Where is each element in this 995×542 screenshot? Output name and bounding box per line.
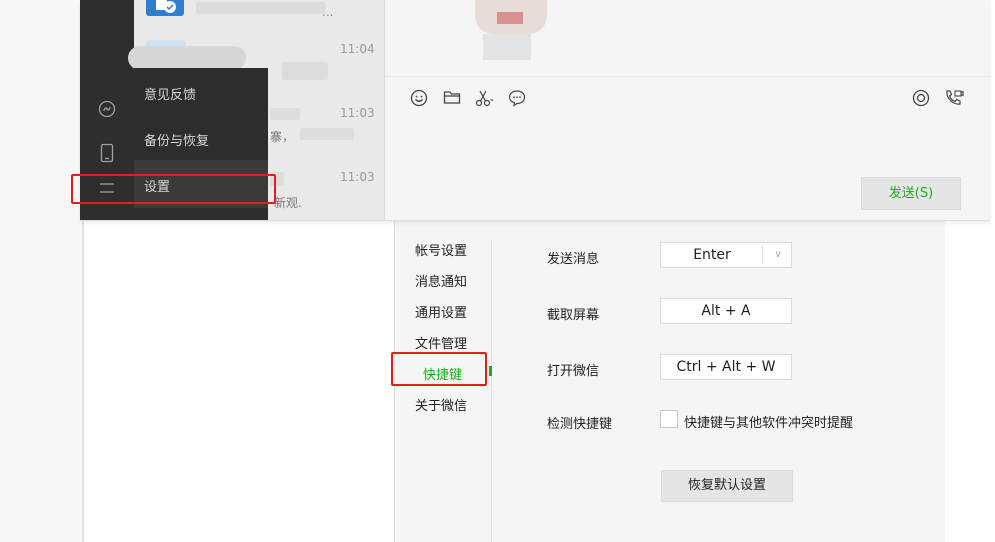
select-separator <box>762 246 763 264</box>
mini-program-icon[interactable] <box>97 100 117 120</box>
settings-menu-about[interactable]: 关于微信 <box>415 395 467 414</box>
popup-item-feedback[interactable]: 意见反馈 <box>144 84 196 103</box>
live-icon[interactable] <box>911 89 931 109</box>
chat-time: 11:03 <box>340 106 375 120</box>
settings-menu-files[interactable]: 文件管理 <box>415 333 467 352</box>
active-menu-indicator <box>489 366 492 376</box>
detect-shortcut-label: 检测快捷键 <box>547 417 613 432</box>
chat-time: 11:04 <box>340 42 375 56</box>
document-edge-left <box>82 220 84 542</box>
chevron-down-icon[interactable]: ∨ <box>768 243 788 267</box>
shortcut-label-open-wechat: 打开微信 <box>547 364 600 379</box>
settings-menu-notifications[interactable]: 消息通知 <box>415 271 467 290</box>
chat-item-blurred <box>128 46 246 70</box>
settings-menu-account[interactable]: 帐号设置 <box>415 240 467 259</box>
settings-divider <box>491 240 492 542</box>
shortcut-label-screenshot: 截取屏幕 <box>547 308 600 323</box>
highlight-box-shortcuts <box>391 352 487 386</box>
chat-snippet-blurred <box>282 62 328 80</box>
restore-defaults-button[interactable]: 恢复默认设置 <box>661 470 793 502</box>
folder-icon[interactable] <box>442 89 462 109</box>
chat-snippet: 寨， <box>270 130 295 144</box>
conflict-alert-checkbox[interactable] <box>660 410 678 428</box>
chat-snippet: 新观. <box>274 196 302 210</box>
shortcut-label-send: 发送消息 <box>547 252 600 267</box>
chat-avatar[interactable] <box>146 0 184 16</box>
chat-snippet-blurred <box>300 128 354 140</box>
scissors-icon[interactable] <box>475 89 495 109</box>
chat-name-blurred <box>196 2 326 14</box>
phone-icon[interactable] <box>97 143 117 163</box>
send-shortcut-value: Enter <box>693 247 731 263</box>
chat-name-blurred <box>270 108 300 120</box>
popup-item-backup[interactable]: 备份与恢复 <box>144 130 209 149</box>
settings-menu-general[interactable]: 通用设置 <box>415 302 467 321</box>
call-icon[interactable] <box>944 89 964 109</box>
open-wechat-shortcut-field[interactable]: Ctrl + Alt + W <box>660 354 792 380</box>
background-left <box>0 0 82 542</box>
input-separator <box>385 76 991 77</box>
chat-main: 发送(S) <box>384 0 991 220</box>
chat-time: 11:03 <box>340 170 375 184</box>
highlight-box-settings <box>71 174 276 204</box>
screenshot-shortcut-field[interactable]: Alt + A <box>660 298 792 324</box>
send-button[interactable]: 发送(S) <box>861 177 961 210</box>
send-shortcut-select[interactable]: Enter ∨ <box>660 242 792 268</box>
emoji-icon[interactable] <box>409 89 429 109</box>
message-image-blurred <box>475 0 547 60</box>
conflict-alert-text: 快捷键与其他软件冲突时提醒 <box>684 416 854 431</box>
chat-bubble-icon[interactable] <box>507 89 527 109</box>
chat-snippet: ... <box>322 5 334 19</box>
